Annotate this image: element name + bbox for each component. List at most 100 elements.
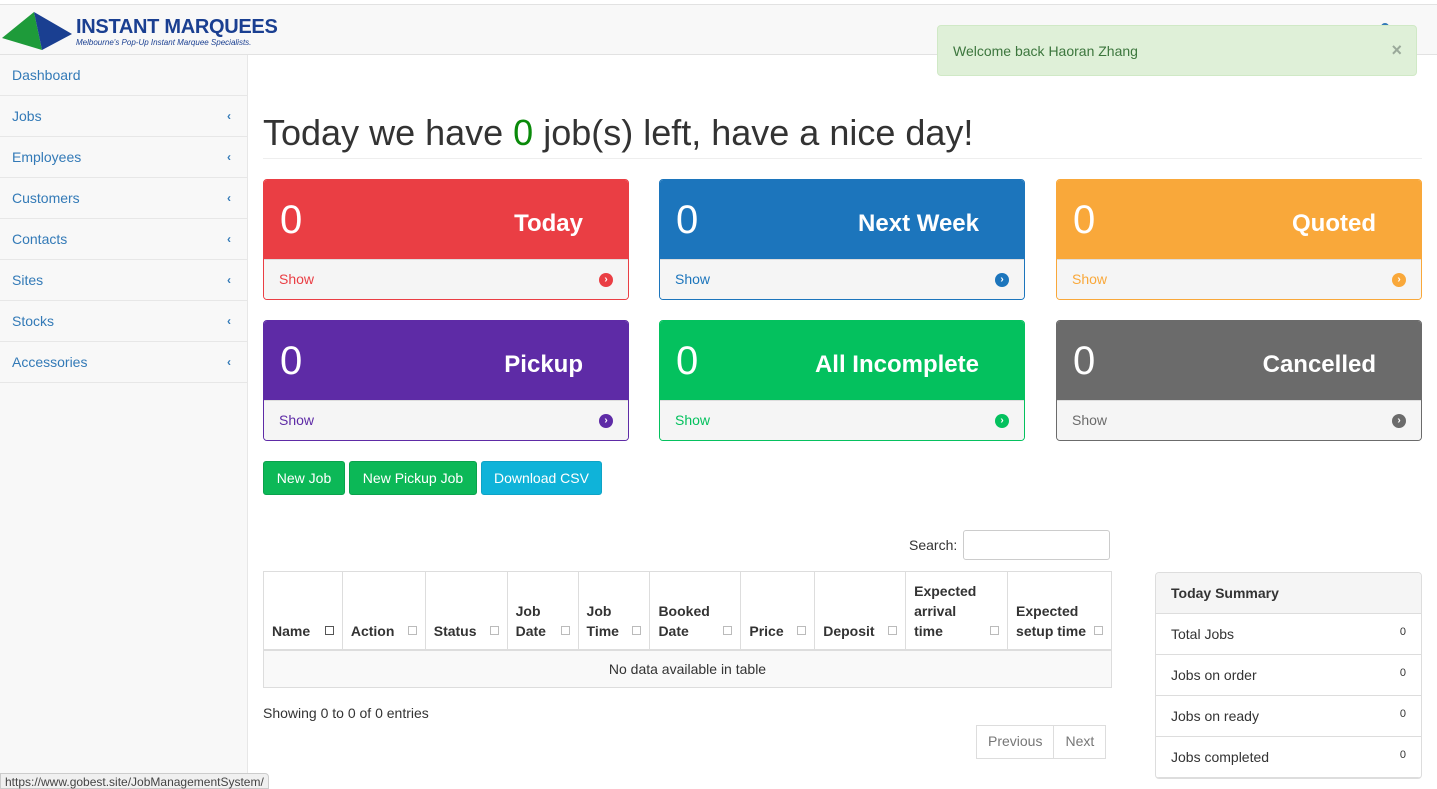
column-header-expected-arrival[interactable]: Expected arrival time	[905, 571, 1009, 651]
arrow-right-circle-icon: ›	[1392, 414, 1406, 428]
sort-icon	[723, 625, 733, 635]
sidebar-item-label: Accessories	[12, 354, 88, 370]
sidebar-item-label: Stocks	[12, 313, 55, 329]
sort-icon	[632, 625, 642, 635]
show-all-incomplete-link[interactable]: Show ›	[660, 400, 1024, 440]
sort-icon	[489, 625, 499, 635]
sidebar-item-label: Contacts	[12, 231, 68, 247]
sidebar-item-contacts[interactable]: Contacts ‹	[0, 219, 247, 260]
marquee-logo-icon	[2, 12, 72, 50]
show-link-label: Show	[675, 412, 711, 428]
sidebar-item-accessories[interactable]: Accessories ‹	[0, 342, 247, 383]
panel-count: 0	[676, 339, 699, 383]
download-csv-button[interactable]: Download CSV	[481, 461, 602, 495]
column-header-name[interactable]: Name	[263, 571, 343, 651]
sidebar-item-jobs[interactable]: Jobs ‹	[0, 96, 247, 137]
column-header-price[interactable]: Price	[740, 571, 816, 651]
show-link-label: Show	[1072, 412, 1108, 428]
column-header-job-time[interactable]: Job Time	[577, 571, 651, 651]
show-link-label: Show	[1072, 271, 1108, 287]
panel-count: 0	[280, 339, 303, 383]
panel-count: 0	[676, 198, 699, 242]
brand-subtitle: Melbourne's Pop-Up Instant Marquee Speci…	[76, 38, 252, 47]
chevron-left-icon: ‹	[227, 150, 231, 164]
arrow-right-circle-icon: ›	[1392, 273, 1406, 287]
chevron-left-icon: ‹	[227, 109, 231, 123]
title-suffix: job(s) left, have a nice day!	[533, 112, 974, 153]
summary-value: 0	[1399, 626, 1406, 638]
sidebar-item-sites[interactable]: Sites ‹	[0, 260, 247, 301]
sidebar-item-label: Employees	[12, 149, 82, 165]
panel-next-week: 0 Next Week Show ›	[659, 179, 1025, 300]
show-cancelled-link[interactable]: Show ›	[1057, 400, 1421, 440]
close-icon[interactable]: ×	[1391, 41, 1402, 59]
sidebar-item-label: Sites	[12, 272, 44, 288]
panel-all-incomplete: 0 All Incomplete Show ›	[659, 320, 1025, 441]
sort-icon	[888, 625, 898, 635]
chevron-left-icon: ‹	[227, 232, 231, 246]
panel-label: Pickup	[504, 351, 583, 378]
show-link-label: Show	[279, 412, 315, 428]
column-header-expected-setup[interactable]: Expected setup time	[1007, 571, 1112, 651]
sidebar-item-label: Jobs	[12, 108, 42, 124]
sort-icon	[797, 625, 807, 635]
summary-value: 0	[1399, 749, 1406, 761]
today-summary-panel: Today Summary Total Jobs 0 Jobs on order…	[1155, 572, 1422, 779]
sidebar: Dashboard Jobs ‹ Employees ‹ Customers ‹…	[0, 55, 248, 789]
sidebar-item-customers[interactable]: Customers ‹	[0, 178, 247, 219]
welcome-alert: Welcome back Haoran Zhang ×	[937, 25, 1417, 76]
summary-row-total-jobs: Total Jobs 0	[1156, 614, 1421, 655]
show-link-label: Show	[675, 271, 711, 287]
alert-message: Welcome back Haoran Zhang	[953, 43, 1138, 59]
panel-count: 0	[1073, 339, 1096, 383]
sidebar-item-dashboard[interactable]: Dashboard	[0, 55, 247, 96]
sort-icon	[560, 625, 570, 635]
show-quoted-link[interactable]: Show ›	[1057, 259, 1421, 299]
column-header-status[interactable]: Status	[424, 571, 508, 651]
next-page-button[interactable]: Next	[1054, 725, 1107, 759]
sort-icon	[1094, 625, 1103, 635]
summary-value: 0	[1399, 708, 1406, 720]
panel-pickup: 0 Pickup Show ›	[263, 320, 629, 441]
summary-row-jobs-completed: Jobs completed 0	[1156, 737, 1421, 778]
chevron-left-icon: ‹	[227, 273, 231, 287]
panel-today: 0 Today Show ›	[263, 179, 629, 300]
chevron-left-icon: ‹	[227, 191, 231, 205]
summary-row-jobs-on-ready: Jobs on ready 0	[1156, 696, 1421, 737]
sidebar-item-label: Customers	[12, 190, 80, 206]
arrow-right-circle-icon: ›	[995, 414, 1009, 428]
empty-table-message: No data available in table	[263, 649, 1112, 688]
sidebar-item-stocks[interactable]: Stocks ‹	[0, 301, 247, 342]
chevron-left-icon: ‹	[227, 355, 231, 369]
page-title: Today we have 0 job(s) left, have a nice…	[263, 112, 973, 154]
chevron-left-icon: ‹	[227, 314, 231, 328]
column-header-action[interactable]: Action	[341, 571, 426, 651]
column-header-job-date[interactable]: Job Date	[506, 571, 579, 651]
table-info: Showing 0 to 0 of 0 entries	[263, 705, 429, 721]
pagination: Previous Next	[976, 725, 1107, 759]
show-next-week-link[interactable]: Show ›	[660, 259, 1024, 299]
sidebar-item-employees[interactable]: Employees ‹	[0, 137, 247, 178]
previous-page-button[interactable]: Previous	[976, 725, 1055, 759]
search-label: Search:	[909, 537, 958, 553]
summary-row-jobs-on-order: Jobs on order 0	[1156, 655, 1421, 696]
panel-label: Quoted	[1292, 210, 1376, 237]
show-today-link[interactable]: Show ›	[264, 259, 628, 299]
column-header-booked-date[interactable]: Booked Date	[649, 571, 742, 651]
brand-title: INSTANT MARQUEES	[76, 16, 278, 38]
arrow-right-circle-icon: ›	[599, 414, 613, 428]
new-pickup-job-button[interactable]: New Pickup Job	[349, 461, 477, 495]
sort-icon	[990, 625, 1000, 635]
panel-quoted: 0 Quoted Show ›	[1056, 179, 1422, 300]
sidebar-item-label: Dashboard	[12, 67, 81, 83]
new-job-button[interactable]: New Job	[263, 461, 345, 495]
search-input[interactable]	[963, 530, 1110, 560]
arrow-right-circle-icon: ›	[599, 273, 613, 287]
show-pickup-link[interactable]: Show ›	[264, 400, 628, 440]
arrow-right-circle-icon: ›	[995, 273, 1009, 287]
title-divider	[263, 158, 1422, 159]
browser-status-url: https://www.gobest.site/JobManagementSys…	[0, 773, 269, 789]
column-header-deposit[interactable]: Deposit	[814, 571, 907, 651]
brand-logo[interactable]: INSTANT MARQUEES Melbourne's Pop-Up Inst…	[2, 10, 282, 54]
summary-value: 0	[1399, 667, 1406, 679]
